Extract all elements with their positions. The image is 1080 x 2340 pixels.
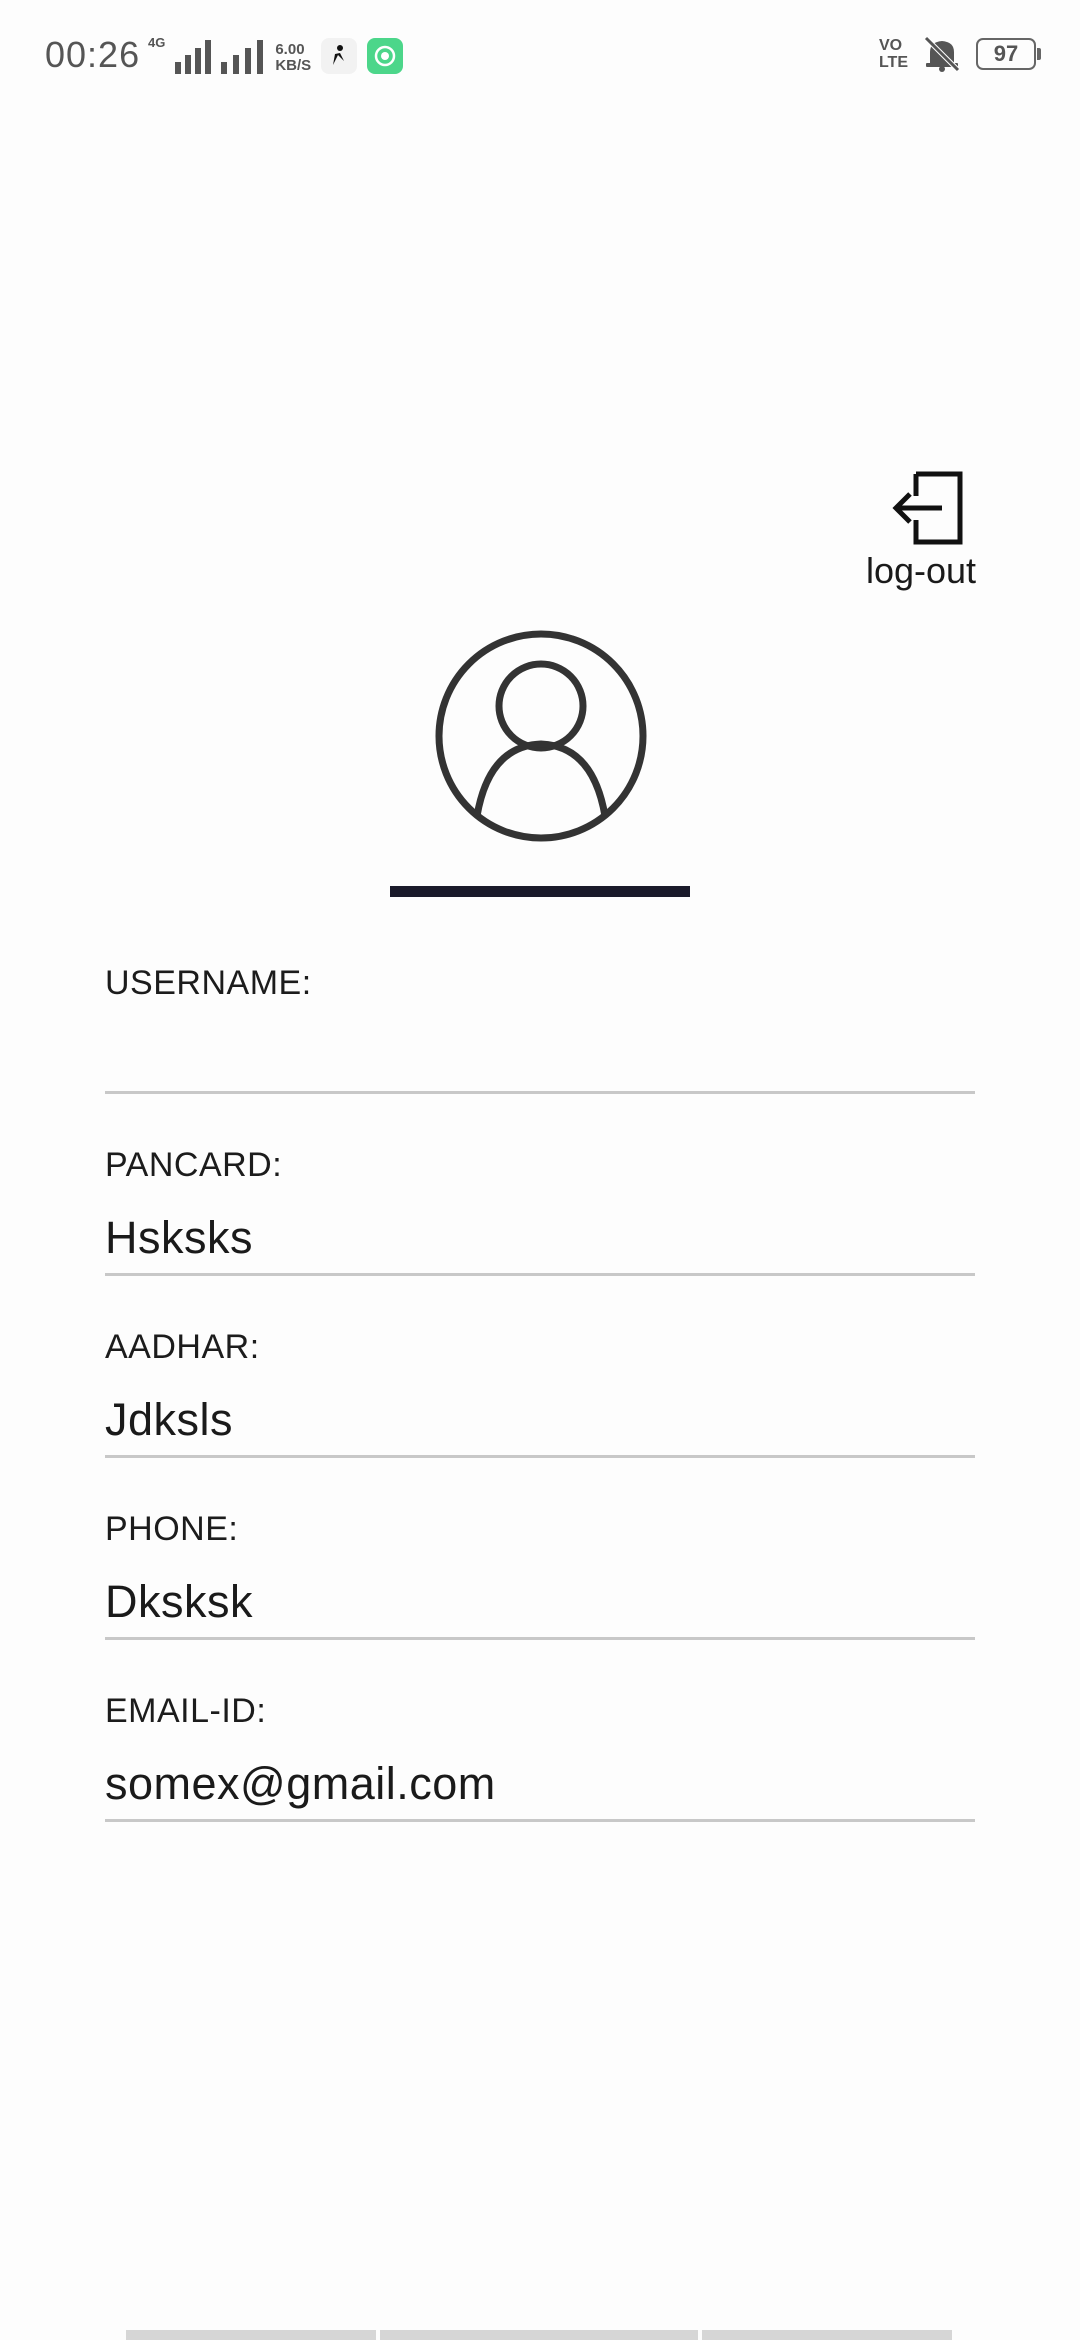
profile-screen: 00:26 4G 6.00 KB/S VO LTE 97 log-out USE… [0, 0, 1080, 2340]
app-notification-icon [367, 38, 404, 74]
username-display-bar [390, 886, 690, 897]
pancard-label: PANCARD: [105, 1146, 283, 1184]
network-speed-value: 6.00 [275, 41, 305, 58]
volte-icon: VO LTE [879, 37, 908, 71]
logout-button[interactable]: log-out [856, 470, 986, 592]
logout-label: log-out [865, 550, 977, 591]
user-circle-icon [435, 630, 647, 842]
username-input[interactable] [105, 1027, 975, 1094]
signal-icon [221, 40, 264, 74]
bottom-nav-tab[interactable] [702, 2330, 952, 2340]
email-field: EMAIL-ID: somex@gmail.com [105, 1692, 975, 1822]
aadhar-field: AADHAR: Jdksls [105, 1328, 975, 1458]
status-left-icons: 4G 6.00 KB/S [148, 34, 404, 74]
pancard-field: PANCARD: Hsksks [105, 1146, 975, 1276]
pancard-input[interactable]: Hsksks [105, 1209, 975, 1276]
logout-icon [892, 471, 963, 545]
network-speed: 6.00 KB/S [275, 42, 311, 74]
volte-top-label: VO [878, 37, 903, 54]
status-bar: 00:26 4G 6.00 KB/S VO LTE 97 [0, 0, 1080, 110]
aadhar-input[interactable]: Jdksls [105, 1391, 975, 1458]
username-field: USERNAME: [105, 964, 975, 1094]
phone-label: PHONE: [105, 1510, 239, 1548]
network-type-label: 4G [148, 35, 166, 50]
email-label: EMAIL-ID: [105, 1692, 267, 1730]
battery-icon: 97 [976, 38, 1041, 70]
status-right-icons: VO LTE 97 [879, 34, 1041, 74]
bottom-nav-tab[interactable] [126, 2330, 376, 2340]
email-input[interactable]: somex@gmail.com [105, 1755, 975, 1822]
bottom-nav-tab[interactable] [380, 2330, 698, 2340]
username-label: USERNAME: [105, 964, 312, 1002]
battery-level: 97 [993, 41, 1019, 66]
status-time: 00:26 [45, 34, 141, 75]
aadhar-label: AADHAR: [105, 1328, 260, 1366]
app-notification-icon [321, 38, 358, 74]
bottom-nav [126, 2330, 956, 2340]
phone-field: PHONE: Dksksk [105, 1510, 975, 1640]
mute-icon [924, 36, 960, 72]
volte-bottom-label: LTE [878, 54, 908, 71]
network-speed-unit: KB/S [275, 57, 312, 74]
signal-icon [175, 40, 212, 74]
phone-input[interactable]: Dksksk [105, 1573, 975, 1640]
